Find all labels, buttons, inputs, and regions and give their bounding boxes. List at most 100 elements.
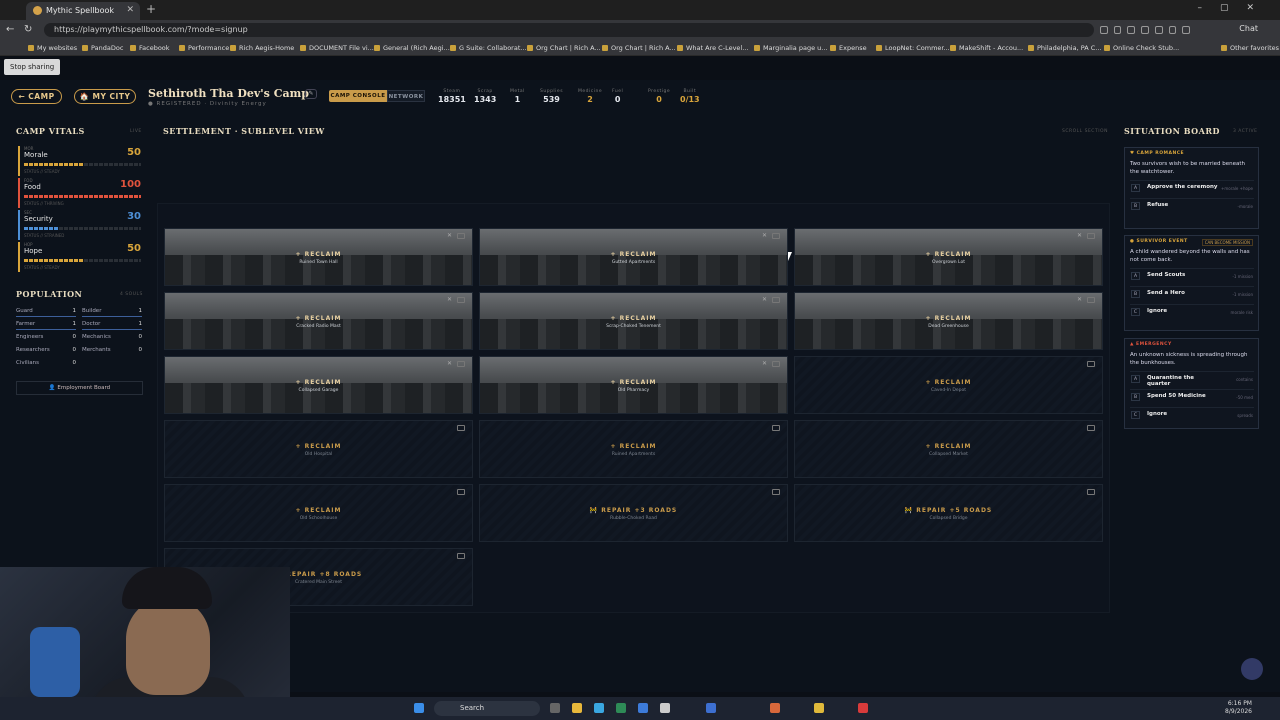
file-explorer-icon[interactable] <box>572 703 582 713</box>
remove-icon[interactable]: ✕ <box>1077 296 1082 303</box>
chrome-icon[interactable] <box>616 703 626 713</box>
tile-menu-icon[interactable] <box>457 233 465 239</box>
bookmark-item[interactable]: General (Rich Aegi... <box>374 44 450 52</box>
tile-action-label[interactable]: + RECLAIM <box>480 251 787 258</box>
window-controls[interactable]: –▢✕ <box>1197 3 1272 13</box>
bookmark-item[interactable]: Facebook <box>130 44 170 52</box>
tile-menu-icon[interactable] <box>772 489 780 495</box>
back-icon[interactable]: ← <box>6 24 14 35</box>
settlement-tile[interactable]: 🚧 REPAIR +5 ROADS Collapsed Bridge <box>794 484 1103 542</box>
bookmark-item[interactable]: My websites <box>28 44 77 52</box>
tile-action-label[interactable]: + RECLAIM <box>480 379 787 386</box>
remove-icon[interactable]: ✕ <box>447 232 452 239</box>
card-option[interactable]: B Refuse -morale <box>1130 198 1254 212</box>
tile-menu-icon[interactable] <box>772 233 780 239</box>
settlement-tile[interactable]: ✕ + RECLAIM Dead Greenhouse <box>794 292 1103 350</box>
task-view-icon[interactable] <box>550 703 560 713</box>
card-option[interactable]: A Send Scouts -1 mission <box>1130 268 1254 282</box>
bookmark-item[interactable]: Other favorites <box>1221 44 1279 52</box>
card-option[interactable]: C Ignore spreads <box>1130 407 1254 421</box>
settlement-tile[interactable]: ✕ + RECLAIM Ruined Town Hall <box>164 228 473 286</box>
tile-menu-icon[interactable] <box>772 297 780 303</box>
settlement-tile[interactable]: + RECLAIM Old Hospital <box>164 420 473 478</box>
settlement-tile[interactable]: ✕ + RECLAIM Old Pharmacy <box>479 356 788 414</box>
tab-network[interactable]: NETWORK <box>387 90 425 102</box>
taskbar-search[interactable]: Search <box>434 701 540 716</box>
remove-icon[interactable]: ✕ <box>762 296 767 303</box>
bookmark-item[interactable]: G Suite: Collaborat... <box>450 44 527 52</box>
tile-menu-icon[interactable] <box>457 361 465 367</box>
remove-icon[interactable]: ✕ <box>447 360 452 367</box>
card-option[interactable]: A Approve the ceremony +morale +hope <box>1130 180 1254 194</box>
chrome-icon-2[interactable] <box>814 703 824 713</box>
bookmark-item[interactable]: MakeShift - Accou... <box>950 44 1023 52</box>
settlement-tile[interactable]: + RECLAIM Collapsed Market <box>794 420 1103 478</box>
tile-action-label[interactable]: + RECLAIM <box>165 507 472 514</box>
tile-action-label[interactable]: + RECLAIM <box>165 251 472 258</box>
card-option[interactable]: B Send a Hero -1 mission <box>1130 286 1254 300</box>
bookmark-item[interactable]: PandaDoc <box>82 44 123 52</box>
tile-menu-icon[interactable] <box>1087 297 1095 303</box>
url-field[interactable]: https://playmythicspellbook.com/?mode=si… <box>44 23 1094 37</box>
tile-menu-icon[interactable] <box>772 361 780 367</box>
chat-button[interactable]: Chat <box>1239 24 1258 33</box>
start-icon[interactable] <box>414 703 424 713</box>
settlement-tile[interactable]: + RECLAIM Old Schoolhouse <box>164 484 473 542</box>
app-icon[interactable] <box>660 703 670 713</box>
outlook-icon[interactable] <box>706 703 716 713</box>
tile-action-label[interactable]: + RECLAIM <box>480 443 787 450</box>
bookmark-item[interactable]: Philadelphia, PA C... <box>1028 44 1102 52</box>
browser-tab[interactable]: Mythic Spellbook ✕ <box>26 2 140 20</box>
tile-action-label[interactable]: 🚧 REPAIR +3 ROADS <box>480 507 787 514</box>
tile-action-label[interactable]: + RECLAIM <box>795 315 1102 322</box>
bookmark-item[interactable]: Expense <box>830 44 867 52</box>
remove-icon[interactable]: ✕ <box>447 296 452 303</box>
settlement-tile[interactable]: 🚧 REPAIR +3 ROADS Rubble-Choked Road <box>479 484 788 542</box>
tile-action-label[interactable]: + RECLAIM <box>795 379 1102 386</box>
reload-icon[interactable]: ↻ <box>24 24 32 35</box>
new-tab-icon[interactable]: + <box>146 2 156 16</box>
settlement-tile[interactable]: + RECLAIM Caved-In Depot <box>794 356 1103 414</box>
app-icon-2[interactable] <box>770 703 780 713</box>
settlement-tile[interactable]: ✕ + RECLAIM Gutted Apartments <box>479 228 788 286</box>
card-option[interactable]: C Ignore morale risk <box>1130 304 1254 318</box>
tile-menu-icon[interactable] <box>1087 425 1095 431</box>
tile-menu-icon[interactable] <box>1087 361 1095 367</box>
edge-icon[interactable] <box>594 703 604 713</box>
tile-action-label[interactable]: 🚧 REPAIR +5 ROADS <box>795 507 1102 514</box>
tile-menu-icon[interactable] <box>457 297 465 303</box>
tile-action-label[interactable]: + RECLAIM <box>480 315 787 322</box>
bookmark-item[interactable]: DOCUMENT File vi... <box>300 44 374 52</box>
card-option[interactable]: A Quarantine the quarter contains <box>1130 371 1254 387</box>
bookmark-item[interactable]: LoopNet: Commer... <box>876 44 950 52</box>
bookmark-item[interactable]: Org Chart | Rich A... <box>602 44 676 52</box>
tile-menu-icon[interactable] <box>457 553 465 559</box>
tile-action-label[interactable]: + RECLAIM <box>165 443 472 450</box>
stop-sharing-button[interactable]: Stop sharing <box>4 59 61 75</box>
bookmark-item[interactable]: What Are C-Level... <box>677 44 748 52</box>
settlement-tile[interactable]: ✕ + RECLAIM Overgrown Lot <box>794 228 1103 286</box>
bookmark-item[interactable]: Performance <box>179 44 229 52</box>
store-icon[interactable] <box>638 703 648 713</box>
extension-icons[interactable] <box>1100 24 1191 36</box>
remove-icon[interactable]: ✕ <box>762 232 767 239</box>
bookmark-item[interactable]: Marginalia page u... <box>754 44 827 52</box>
camp-back-button[interactable]: ← CAMP <box>11 89 62 104</box>
my-city-button[interactable]: 🏠 MY CITY <box>74 89 136 104</box>
edit-icon[interactable]: ✎ <box>305 89 317 99</box>
tile-menu-icon[interactable] <box>1087 233 1095 239</box>
settlement-tile[interactable]: ✕ + RECLAIM Cracked Radio Mast <box>164 292 473 350</box>
tile-menu-icon[interactable] <box>457 489 465 495</box>
card-option[interactable]: B Spend 50 Medicine -50 med <box>1130 389 1254 403</box>
tile-menu-icon[interactable] <box>772 425 780 431</box>
tile-menu-icon[interactable] <box>1087 489 1095 495</box>
tile-action-label[interactable]: + RECLAIM <box>795 443 1102 450</box>
tile-action-label[interactable]: + RECLAIM <box>795 251 1102 258</box>
opera-icon[interactable] <box>858 703 868 713</box>
close-tab-icon[interactable]: ✕ <box>126 5 134 15</box>
settlement-tile[interactable]: + RECLAIM Ruined Apartments <box>479 420 788 478</box>
bookmark-item[interactable]: Online Check Stub... <box>1104 44 1179 52</box>
chat-bubble-icon[interactable] <box>1241 658 1263 680</box>
tile-menu-icon[interactable] <box>457 425 465 431</box>
settlement-tile[interactable]: ✕ + RECLAIM Scrap-Choked Tenement <box>479 292 788 350</box>
